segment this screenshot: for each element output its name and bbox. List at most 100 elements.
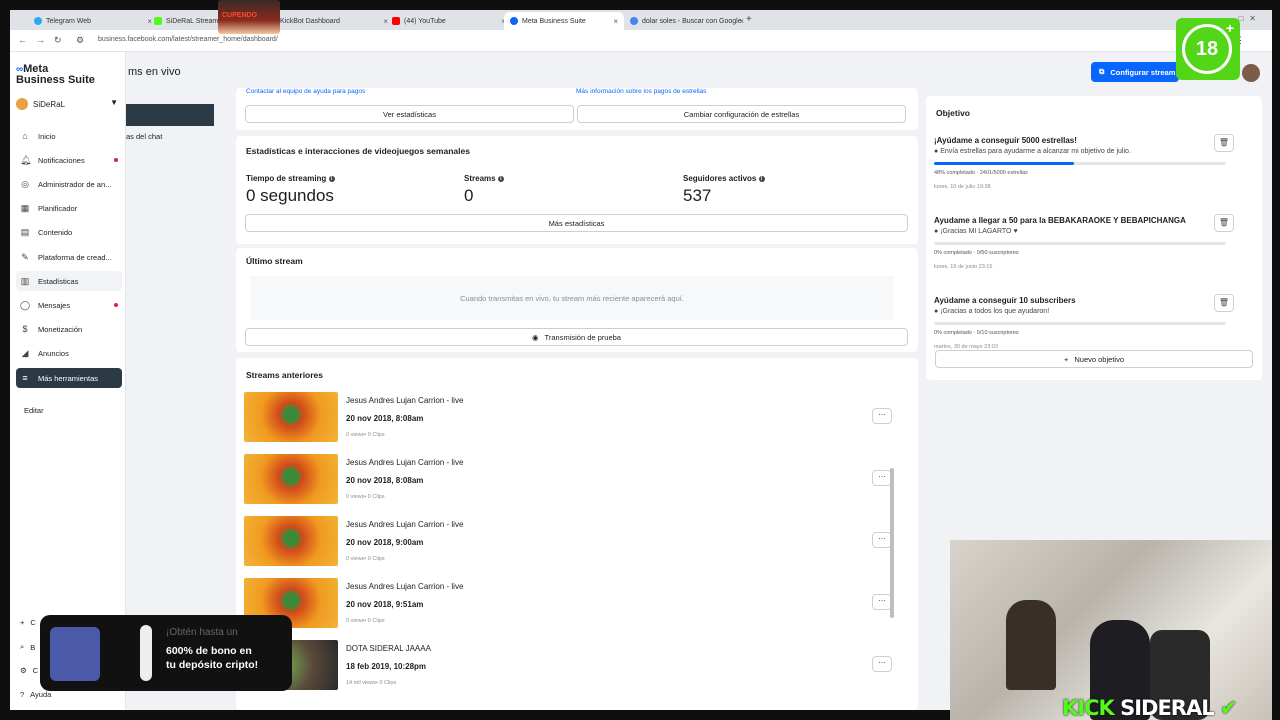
stream-title[interactable]: Jesus Andres Lujan Carrion - live — [346, 582, 463, 591]
kick-icon — [154, 17, 162, 25]
stats-icon: ▥ — [20, 276, 30, 286]
stream-title[interactable]: DOTA SIDERAL JAAAA — [346, 644, 431, 653]
goal-progress-text: 0% completado · 0/50 suscriptores — [934, 250, 1019, 256]
streams-scrollbar[interactable] — [890, 468, 894, 618]
goal-progress-bar — [934, 162, 1226, 165]
goal-progress-text: 48% completado · 2401/5000 estrellas — [934, 170, 1028, 176]
tab-telegram[interactable]: Telegram Web × — [28, 12, 158, 30]
sidebar-item-inicio[interactable]: ⌂ Inicio — [16, 126, 122, 146]
info-icon[interactable]: i — [328, 175, 335, 182]
stream-meta: 0 views• 0 Clips — [346, 556, 385, 562]
change-stars-config-button[interactable]: Cambiar configuración de estrellas — [577, 105, 906, 123]
sidebar-item-label: Plataforma de cread... — [38, 252, 112, 262]
reload-icon[interactable]: ↻ — [54, 35, 62, 46]
payments-help-link[interactable]: Contactar al equipo de ayuda para pagos — [246, 88, 365, 95]
sidebar: ∞Meta Business Suite SiDeRaL ▼ ⌂ Inicio 🔔︎… — [10, 52, 126, 710]
new-goal-button[interactable]: + Nuevo objetivo — [935, 350, 1253, 368]
help-item[interactable]: ? Ayuda — [20, 690, 51, 699]
more-options-button[interactable]: ··· — [872, 532, 892, 548]
tab-google-search[interactable]: dolar soles - Buscar con Google × — [624, 12, 750, 30]
sidebar-item-estadísticas[interactable]: ▥ Estadísticas — [16, 271, 122, 291]
weekly-stats-title: Estadísticas e interacciones de videojue… — [246, 146, 470, 156]
sidebar-item-monetización[interactable]: $ Monetización — [16, 319, 122, 339]
stream-meta: 0 views• 0 Clips — [346, 432, 385, 438]
sidebar-bottom-item-3[interactable]: ⚙ C — [20, 666, 38, 675]
forward-icon[interactable]: → — [36, 35, 45, 45]
more-options-button[interactable]: ··· — [872, 594, 892, 610]
stream-title[interactable]: Jesus Andres Lujan Carrion - live — [346, 396, 463, 405]
stream-row[interactable]: Jesus Andres Lujan Carrion - live 20 nov … — [244, 454, 904, 506]
configure-stream-button[interactable]: ⧉ Configurar stream — [1091, 62, 1179, 82]
sidebar-item-plataforma-de-cread[interactable]: ✎ Plataforma de cread... — [16, 247, 122, 267]
plus-icon: + — [1063, 354, 1069, 364]
sidebar-item-label: Notificaciones — [38, 155, 85, 165]
info-icon[interactable]: i — [497, 175, 504, 182]
account-switcher[interactable]: SiDeRaL ▼ — [16, 94, 120, 114]
user-avatar[interactable] — [1242, 64, 1260, 82]
view-stats-button[interactable]: Ver estadísticas — [245, 105, 574, 123]
stream-thumbnail[interactable] — [244, 392, 338, 442]
goal-date: lunes, 19 de junio 23:15 — [934, 264, 993, 270]
more-options-button[interactable]: ··· — [872, 408, 892, 424]
goal-title: Ayudame a llegar a 50 para la BEBAKARAOK… — [934, 216, 1186, 225]
notification-dot — [114, 303, 118, 307]
back-icon[interactable]: ← — [18, 35, 27, 45]
stream-date: 20 nov 2018, 9:51am — [346, 600, 424, 609]
sidebar-item-planificador[interactable]: ▦ Planificador — [16, 198, 122, 218]
site-info-icon[interactable]: ⚙ — [76, 35, 84, 46]
webcam-person-background — [1006, 600, 1056, 690]
creator-icon: ✎ — [21, 252, 29, 262]
stream-date: 20 nov 2018, 8:08am — [346, 414, 424, 423]
google-icon — [630, 17, 638, 25]
trash-icon[interactable]: 🗑︎ — [1214, 214, 1234, 232]
gift-box-icon — [50, 627, 100, 681]
search-icon: ⌕ — [20, 642, 25, 651]
sidebar-bottom-item-2[interactable]: ⌕ B — [20, 642, 35, 652]
more-stats-button[interactable]: Más estadísticas — [245, 214, 908, 232]
meta-business-suite-logo[interactable]: ∞Meta Business Suite — [16, 64, 95, 86]
stream-row[interactable]: Jesus Andres Lujan Carrion - live 20 nov … — [244, 578, 904, 630]
goals-title: Objetivo — [936, 108, 971, 118]
dark-panel[interactable] — [126, 104, 214, 126]
sidebar-item-anuncios[interactable]: ◢ Anuncios — [16, 343, 122, 363]
webcam-overlay — [950, 540, 1272, 720]
tab-meta-business-suite[interactable]: Meta Business Suite × — [504, 12, 624, 30]
stream-row[interactable]: Jesus Andres Lujan Carrion - live 20 nov … — [244, 392, 904, 444]
stream-thumbnail[interactable] — [244, 516, 338, 566]
close-tab-icon[interactable]: × — [613, 17, 618, 26]
stream-date: 18 feb 2019, 10:28pm — [346, 662, 427, 671]
stream-row[interactable]: Jesus Andres Lujan Carrion - live 20 nov … — [244, 516, 904, 568]
edit-link[interactable]: Editar — [24, 406, 44, 415]
sidebar-item-mensajes[interactable]: ◯ Mensajes — [16, 295, 122, 315]
sidebar-bottom-item-1[interactable]: + C — [20, 618, 36, 627]
more-options-button[interactable]: ··· — [872, 656, 892, 672]
close-tab-icon[interactable]: × — [739, 17, 744, 26]
stars-info-link[interactable]: Más información sobre los pagos de estre… — [576, 88, 706, 95]
tab-youtube[interactable]: (44) YouTube× — [386, 12, 512, 30]
test-stream-button[interactable]: ◉ Transmisión de prueba — [245, 328, 908, 346]
trash-icon[interactable]: 🗑︎ — [1214, 294, 1234, 312]
tab-kickbot[interactable]: KickBot Dashboard × — [274, 12, 394, 30]
trash-icon[interactable]: 🗑︎ — [1214, 134, 1234, 152]
crypto-ad-overlay[interactable]: ¡Obtén hasta un 600% de bono en tu depós… — [40, 615, 292, 691]
new-tab-button[interactable]: + — [746, 14, 752, 25]
sidebar-item-contenido[interactable]: ▤ Contenido — [16, 222, 122, 242]
stream-title[interactable]: Jesus Andres Lujan Carrion - live — [346, 458, 463, 467]
last-stream-title: Último stream — [246, 256, 303, 266]
page-title: ms en vivo — [128, 66, 181, 78]
sidebar-item-notificaciones[interactable]: 🔔︎ Notificaciones — [16, 150, 122, 170]
stream-thumbnail[interactable] — [244, 454, 338, 504]
url-field[interactable]: business.facebook.com/latest/streamer_ho… — [98, 36, 278, 43]
stream-date: 20 nov 2018, 8:08am — [346, 476, 424, 485]
stream-title[interactable]: Jesus Andres Lujan Carrion - live — [346, 520, 463, 529]
weekly-stats-card: Estadísticas e interacciones de videojue… — [236, 136, 918, 244]
info-icon[interactable]: i — [758, 175, 765, 182]
more-options-button[interactable]: ··· — [872, 470, 892, 486]
goal-subtitle: ● ¡Gracias a todos los que ayudaron! — [934, 308, 1050, 315]
stream-row[interactable]: DOTA SIDERAL JAAAA 18 feb 2019, 10:28pm 14… — [244, 640, 904, 692]
sidebar-item-más-herramientas[interactable]: ≡ Más herramientas — [16, 368, 122, 388]
sidebar-item-administrador-de-an[interactable]: ◎ Administrador de an... — [16, 174, 122, 194]
menu-icon: ≡ — [22, 373, 28, 383]
external-link-icon: ⧉ — [1099, 67, 1105, 76]
chat-settings-label: as del chat — [126, 132, 163, 141]
